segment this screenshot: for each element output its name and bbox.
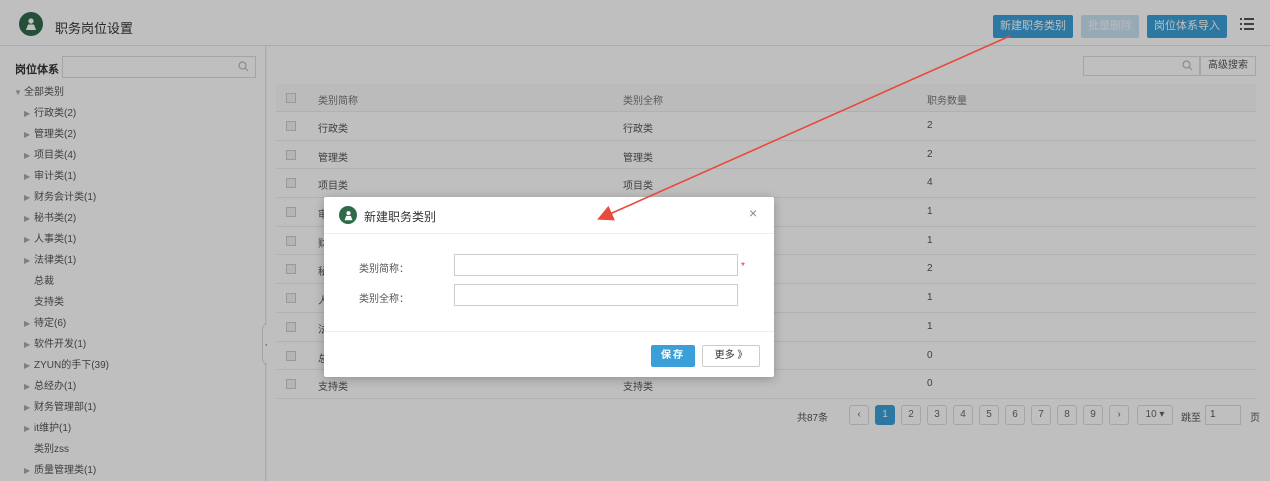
dialog-footer: 保存 更多 》 [324,331,774,377]
required-mark: * [741,261,745,272]
more-button[interactable]: 更多 》 [702,345,760,367]
save-button[interactable]: 保存 [651,345,695,367]
dialog-title: 新建职务类别 [364,210,437,224]
full-name-input[interactable] [454,284,738,306]
short-name-input[interactable] [454,254,738,276]
app-logo-icon [339,206,357,224]
short-name-label: 类别简称： [359,264,409,275]
full-name-label: 类别全称： [359,294,409,305]
new-category-dialog: 新建职务类别 × 类别简称： * 类别全称： 保存 更多 》 [324,197,774,377]
close-icon[interactable]: × [749,206,757,220]
dialog-header: 新建职务类别 × [324,197,774,234]
